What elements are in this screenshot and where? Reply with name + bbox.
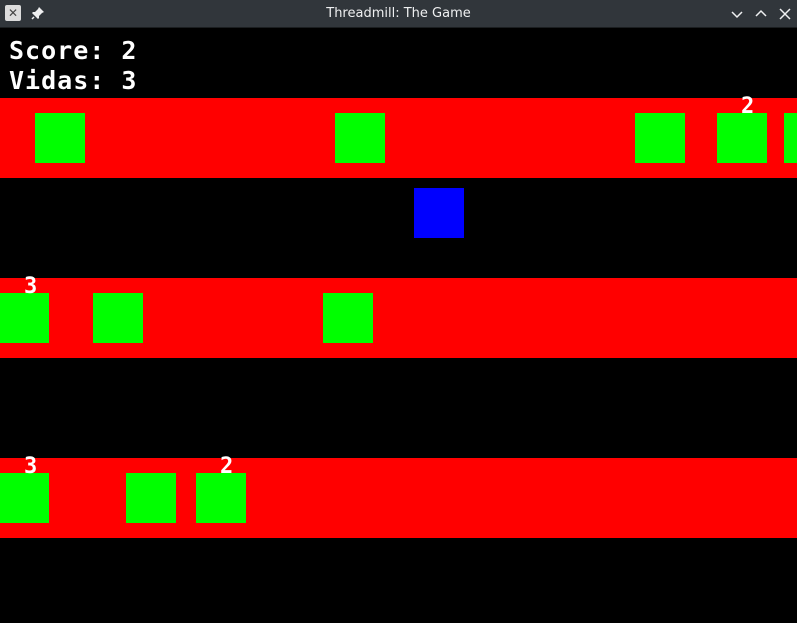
maximize-icon[interactable] bbox=[753, 6, 769, 22]
block-counter: 2 bbox=[220, 454, 234, 479]
green-block bbox=[35, 113, 85, 163]
game-canvas[interactable]: Score: 2 Vidas: 3 2 3 3 2 bbox=[0, 28, 797, 623]
green-block bbox=[335, 113, 385, 163]
block-counter: 3 bbox=[24, 274, 38, 299]
minimize-icon[interactable] bbox=[729, 6, 745, 22]
green-block bbox=[126, 473, 176, 523]
score-text: Score: 2 bbox=[9, 36, 138, 65]
lives-text: Vidas: 3 bbox=[9, 66, 138, 95]
green-block bbox=[717, 113, 767, 163]
green-block bbox=[196, 473, 246, 523]
treadmill-lane-3 bbox=[0, 458, 797, 538]
block-counter: 3 bbox=[24, 454, 38, 479]
close-icon[interactable] bbox=[777, 6, 793, 22]
player-block bbox=[414, 188, 464, 238]
green-block bbox=[0, 473, 49, 523]
block-counter: 2 bbox=[741, 94, 755, 119]
green-block bbox=[635, 113, 685, 163]
window-title: Threadmill: The Game bbox=[326, 6, 471, 21]
green-block bbox=[93, 293, 143, 343]
green-block bbox=[0, 293, 49, 343]
window-titlebar: ✕ Threadmill: The Game bbox=[0, 0, 797, 28]
green-block bbox=[784, 113, 797, 163]
green-block bbox=[323, 293, 373, 343]
